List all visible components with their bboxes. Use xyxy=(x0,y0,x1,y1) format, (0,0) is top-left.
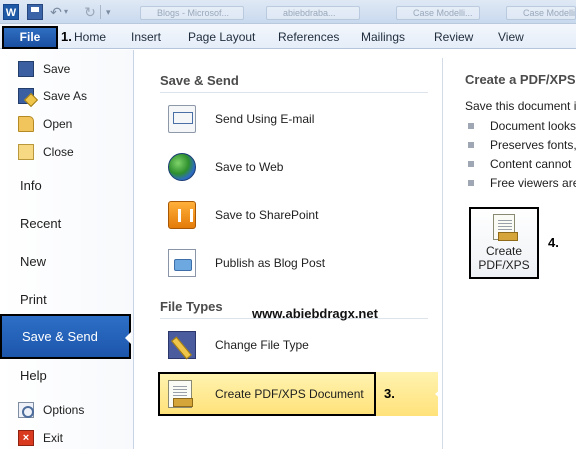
customize-toolbar-icon[interactable]: ▾ xyxy=(106,4,122,20)
option-publish-blog-label: Publish as Blog Post xyxy=(215,256,326,270)
feature-bullet-text: Free viewers are xyxy=(490,176,576,190)
create-pdf-title: Create a PDF/XPS xyxy=(465,72,576,87)
option-save-web[interactable]: Save to Web xyxy=(160,145,435,189)
option-publish-blog[interactable]: Publish as Blog Post xyxy=(160,241,435,285)
undo-dropdown-icon[interactable]: ▾ xyxy=(64,4,74,20)
toolbar-separator xyxy=(100,5,101,19)
nav-close-label: Close xyxy=(43,145,74,159)
nav-open-label: Open xyxy=(43,117,73,131)
step-1-annotation: 1. xyxy=(61,29,72,44)
nav-save-as[interactable]: Save As xyxy=(18,86,128,106)
option-create-pdf-xps-label: Create PDF/XPS Document xyxy=(215,387,364,401)
option-save-web-label: Save to Web xyxy=(215,160,284,174)
save-icon[interactable] xyxy=(27,4,43,20)
nav-save-as-label: Save As xyxy=(43,89,88,103)
nav-exit[interactable]: × Exit xyxy=(18,428,128,448)
tab-references[interactable]: References xyxy=(278,30,339,44)
redo-icon[interactable]: ↻ xyxy=(82,4,98,20)
pdf-document-icon xyxy=(168,380,193,408)
globe-icon xyxy=(168,153,196,181)
save-icon xyxy=(18,61,34,77)
step-3-annotation: 3. xyxy=(384,386,395,401)
option-send-email[interactable]: Send Using E-mail xyxy=(160,97,435,141)
nav-close[interactable]: Close xyxy=(18,142,128,162)
tab-page-layout[interactable]: Page Layout xyxy=(188,30,255,44)
watermark-text: www.abiebdragx.net xyxy=(252,306,378,321)
tab-home[interactable]: Home xyxy=(74,30,106,44)
backstage-nav xyxy=(0,50,134,449)
tab-mailings[interactable]: Mailings xyxy=(361,30,405,44)
nav-exit-label: Exit xyxy=(43,431,64,445)
file-tab[interactable]: File xyxy=(2,26,58,49)
option-save-sharepoint[interactable]: Save to SharePoint xyxy=(160,193,435,237)
blog-post-icon xyxy=(168,249,196,277)
bullet-square-icon xyxy=(468,142,474,148)
taskbar-window-tab[interactable]: Case Modelli... xyxy=(396,6,480,20)
email-icon xyxy=(168,105,196,133)
feature-bullet-text: Document looks xyxy=(490,119,576,133)
save-as-icon xyxy=(18,88,34,104)
taskbar-window-tab[interactable]: Blogs - Microsof... xyxy=(140,6,244,20)
nav-save-and-send[interactable]: Save & Send xyxy=(0,314,131,359)
section-title-save-send: Save & Send xyxy=(160,73,239,88)
create-button-line1: Create xyxy=(485,244,523,258)
nav-print[interactable]: Print xyxy=(20,292,47,307)
open-folder-icon xyxy=(18,116,34,132)
feature-bullet-text: Content cannot xyxy=(490,157,572,171)
option-change-file-type[interactable]: Change File Type xyxy=(160,323,435,367)
nav-open[interactable]: Open xyxy=(18,114,128,134)
taskbar-window-tab[interactable]: abiebdraba... xyxy=(266,6,360,20)
ribbon-tab-bar: File 1. Home Insert Page Layout Referenc… xyxy=(0,24,576,49)
nav-options[interactable]: Options xyxy=(18,400,128,420)
create-pdf-description: Save this document i xyxy=(465,99,576,113)
nav-new[interactable]: New xyxy=(20,254,46,269)
tab-view[interactable]: View xyxy=(498,30,524,44)
word-app-icon[interactable]: W xyxy=(3,4,19,20)
nav-recent[interactable]: Recent xyxy=(20,216,61,231)
option-change-file-type-label: Change File Type xyxy=(215,338,309,352)
change-file-type-icon xyxy=(168,331,196,359)
section-divider xyxy=(160,92,428,93)
nav-save-label: Save xyxy=(43,62,71,76)
nav-save[interactable]: Save xyxy=(18,59,128,79)
nav-info[interactable]: Info xyxy=(20,178,42,193)
tab-insert[interactable]: Insert xyxy=(131,30,161,44)
feature-bullet-text: Preserves fonts, f xyxy=(490,138,576,152)
option-save-sharepoint-label: Save to SharePoint xyxy=(215,208,319,222)
bullet-square-icon xyxy=(468,123,474,129)
bullet-square-icon xyxy=(468,161,474,167)
pdf-document-icon xyxy=(493,214,518,241)
options-icon xyxy=(18,402,34,418)
bullet-square-icon xyxy=(468,180,474,186)
option-send-email-label: Send Using E-mail xyxy=(215,112,315,126)
sharepoint-icon xyxy=(168,201,196,229)
create-pdf-xps-button[interactable]: Create PDF/XPS xyxy=(469,207,539,279)
close-folder-icon xyxy=(18,144,34,160)
create-button-line2: PDF/XPS xyxy=(478,258,530,272)
exit-icon: × xyxy=(18,430,34,446)
step-4-annotation: 4. xyxy=(548,235,559,250)
title-bar: W ↶ ▾ ↻ ▾ Blogs - Microsof... abiebdraba… xyxy=(0,0,576,24)
nav-help[interactable]: Help xyxy=(20,368,47,383)
tab-review[interactable]: Review xyxy=(434,30,473,44)
option-create-pdf-xps[interactable]: Create PDF/XPS Document xyxy=(158,372,376,416)
undo-icon[interactable]: ↶ xyxy=(48,4,64,20)
section-title-file-types: File Types xyxy=(160,299,223,314)
taskbar-window-tab[interactable]: Case Modelli... xyxy=(506,6,576,20)
nav-options-label: Options xyxy=(43,403,85,417)
